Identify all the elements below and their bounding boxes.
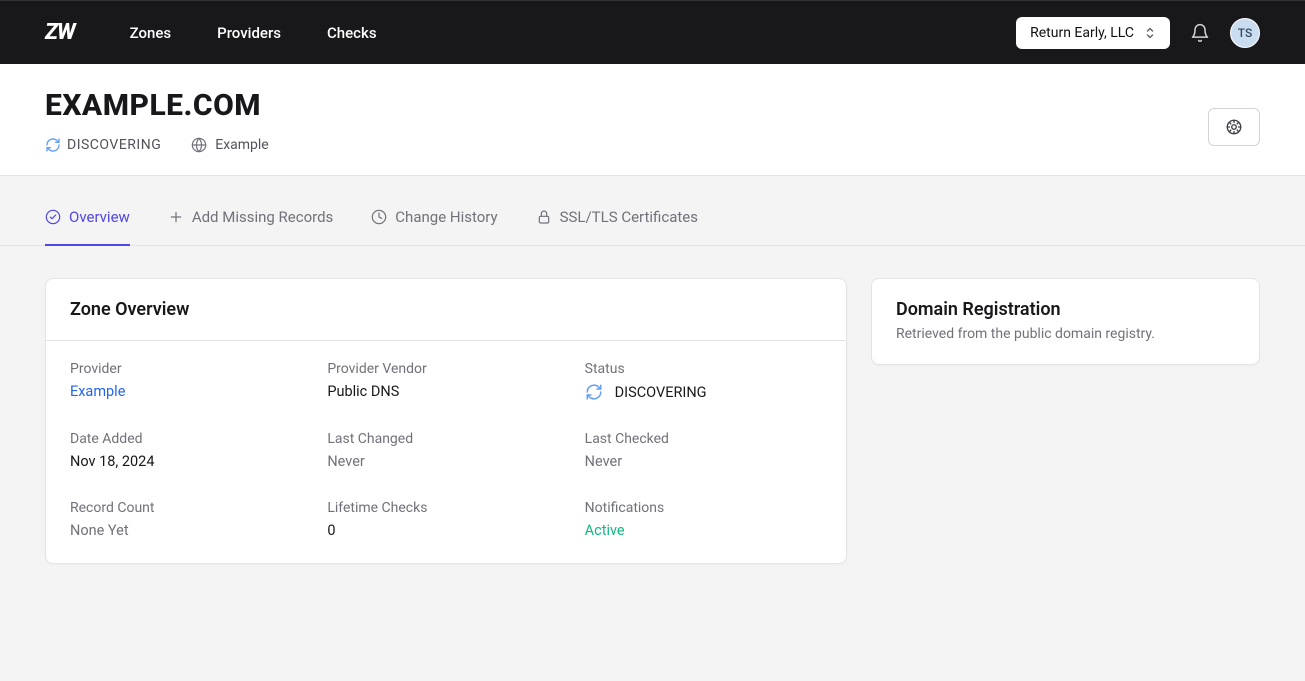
settings-button[interactable]: [1208, 108, 1260, 146]
plus-icon: [168, 209, 184, 225]
notifications-value: Active: [585, 522, 822, 539]
tab-ssl-certificates[interactable]: SSL/TLS Certificates: [536, 208, 698, 246]
lock-icon: [536, 209, 552, 225]
chevron-up-down-icon: [1144, 26, 1156, 40]
lifetime-checks-label: Lifetime Checks: [327, 500, 564, 516]
field-status: Status DISCOVERING: [585, 361, 822, 401]
header-provider-text: Example: [215, 137, 268, 153]
header-left: EXAMPLE.COM DISCOVERING: [45, 88, 269, 153]
main-content: Zone Overview Provider Example Provider …: [0, 246, 1305, 596]
field-lifetime-checks: Lifetime Checks 0: [327, 500, 564, 539]
status-value: DISCOVERING: [585, 383, 822, 401]
header-status-text: DISCOVERING: [67, 137, 161, 153]
domain-registration-card: Domain Registration Retrieved from the p…: [871, 278, 1260, 365]
header-meta: DISCOVERING Example: [45, 137, 269, 153]
tab-ssl-label: SSL/TLS Certificates: [560, 208, 698, 226]
refresh-icon: [45, 137, 61, 153]
logo[interactable]: ZW: [45, 20, 75, 45]
org-selector[interactable]: Return Early, LLC: [1016, 17, 1170, 49]
last-checked-value: Never: [585, 453, 822, 470]
last-changed-value: Never: [327, 453, 564, 470]
record-count-value: None Yet: [70, 522, 307, 539]
provider-value[interactable]: Example: [70, 383, 307, 400]
page-header: EXAMPLE.COM DISCOVERING: [0, 64, 1305, 176]
nav-checks[interactable]: Checks: [327, 24, 377, 42]
registration-title: Domain Registration: [896, 299, 1235, 320]
refresh-icon: [585, 383, 603, 401]
bell-icon[interactable]: [1190, 23, 1210, 43]
field-record-count: Record Count None Yet: [70, 500, 307, 539]
zone-card-title: Zone Overview: [70, 299, 822, 320]
tab-change-history[interactable]: Change History: [371, 208, 497, 246]
tab-history-label: Change History: [395, 208, 497, 226]
provider-label: Provider: [70, 361, 307, 377]
gear-icon: [1225, 118, 1243, 136]
field-last-changed: Last Changed Never: [327, 431, 564, 470]
provider-chip: Example: [191, 137, 268, 153]
vendor-value: Public DNS: [327, 383, 564, 400]
record-count-label: Record Count: [70, 500, 307, 516]
lifetime-checks-value: 0: [327, 522, 564, 539]
check-circle-icon: [45, 209, 61, 225]
tab-add-label: Add Missing Records: [192, 208, 333, 226]
date-added-value: Nov 18, 2024: [70, 453, 307, 470]
nav-providers[interactable]: Providers: [217, 24, 281, 42]
nav-zones[interactable]: Zones: [130, 24, 172, 42]
status-chip: DISCOVERING: [45, 137, 161, 153]
page-title: EXAMPLE.COM: [45, 88, 269, 123]
field-vendor: Provider Vendor Public DNS: [327, 361, 564, 401]
field-notifications: Notifications Active: [585, 500, 822, 539]
globe-icon: [191, 137, 207, 153]
field-date-added: Date Added Nov 18, 2024: [70, 431, 307, 470]
notifications-label: Notifications: [585, 500, 822, 516]
tab-overview-label: Overview: [69, 208, 130, 226]
org-name: Return Early, LLC: [1030, 25, 1134, 41]
status-label: Status: [585, 361, 822, 377]
last-checked-label: Last Checked: [585, 431, 822, 447]
zone-card-header: Zone Overview: [46, 279, 846, 341]
top-navbar: ZW Zones Providers Checks Return Early, …: [0, 0, 1305, 64]
tab-add-missing-records[interactable]: Add Missing Records: [168, 208, 333, 246]
navbar-right: Return Early, LLC TS: [1016, 17, 1260, 49]
field-last-checked: Last Checked Never: [585, 431, 822, 470]
zone-overview-card: Zone Overview Provider Example Provider …: [45, 278, 847, 564]
date-added-label: Date Added: [70, 431, 307, 447]
tabs: Overview Add Missing Records Change Hist…: [0, 208, 1305, 246]
status-text: DISCOVERING: [615, 384, 707, 401]
clock-icon: [371, 209, 387, 225]
last-changed-label: Last Changed: [327, 431, 564, 447]
nav-links: Zones Providers Checks: [130, 24, 1017, 42]
tab-overview[interactable]: Overview: [45, 208, 130, 246]
zone-card-body: Provider Example Provider Vendor Public …: [46, 341, 846, 563]
registration-subtitle: Retrieved from the public domain registr…: [896, 326, 1235, 342]
vendor-label: Provider Vendor: [327, 361, 564, 377]
field-provider: Provider Example: [70, 361, 307, 401]
avatar[interactable]: TS: [1230, 18, 1260, 48]
